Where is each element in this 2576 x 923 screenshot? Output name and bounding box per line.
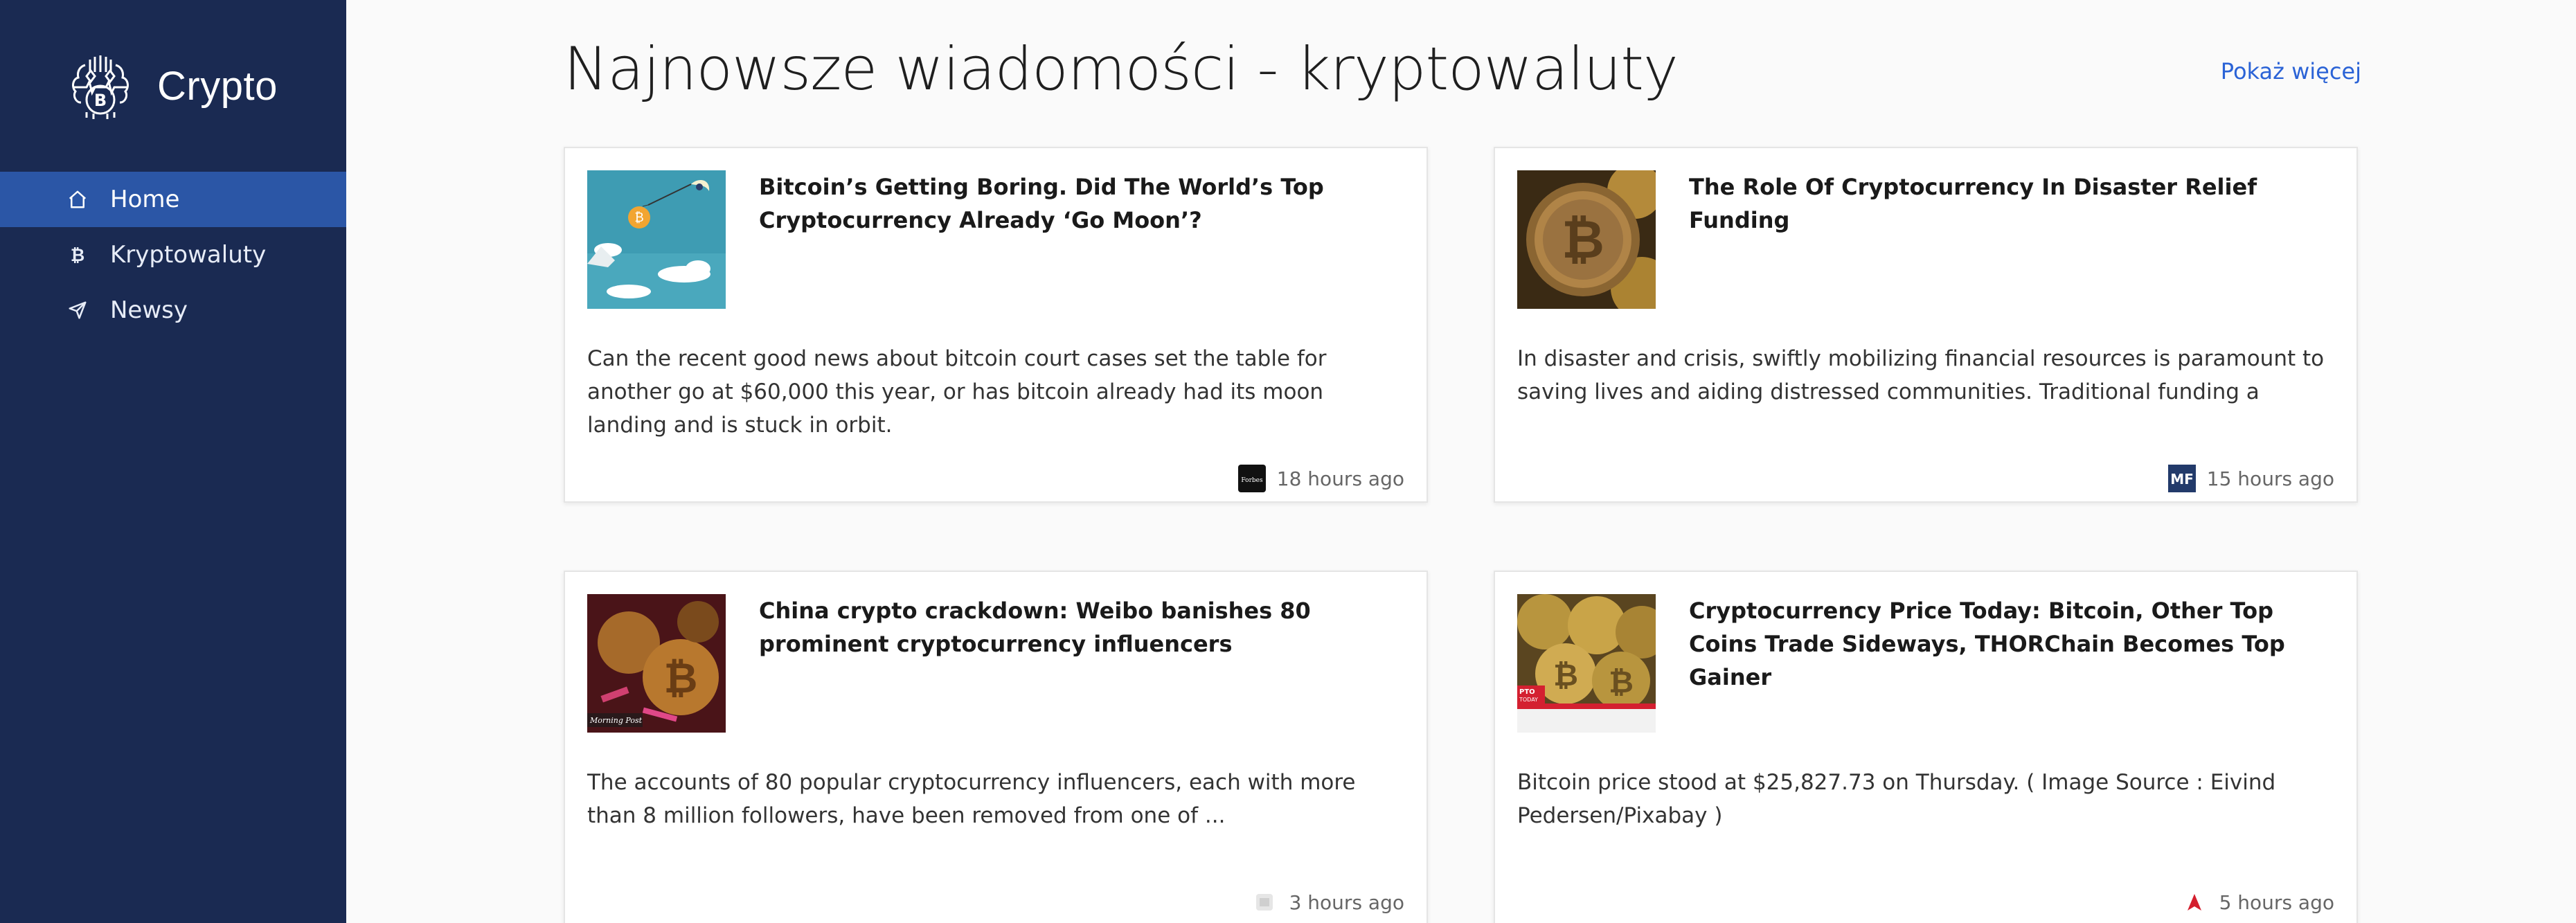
svg-text:Forbes: Forbes — [1241, 477, 1263, 484]
red-arrow-logo-icon — [2181, 888, 2208, 916]
brand-name: Crypto — [157, 63, 278, 109]
svg-text:MF: MF — [2170, 471, 2194, 487]
svg-text:B: B — [94, 91, 107, 110]
news-thumbnail[interactable]: ₿ Morning Post — [587, 594, 726, 733]
news-thumbnail[interactable]: ₿ — [1517, 170, 1656, 309]
news-thumbnail[interactable]: ₿ — [587, 170, 726, 309]
main-content: Najnowsze wiadomości - kryptowaluty Poka… — [346, 0, 2576, 923]
svg-text:PTO: PTO — [1519, 688, 1535, 696]
news-time: 5 hours ago — [2219, 890, 2334, 914]
svg-text:₿: ₿ — [634, 210, 643, 225]
sidebar-item-newsy[interactable]: Newsy — [0, 283, 346, 338]
news-time: 18 hours ago — [1276, 467, 1404, 490]
news-title[interactable]: China crypto crackdown: Weibo banishes 8… — [759, 594, 1402, 661]
news-meta: 5 hours ago — [2181, 886, 2334, 918]
svg-text:₿: ₿ — [1562, 208, 1604, 270]
svg-text:TODAY: TODAY — [1519, 697, 1538, 703]
svg-text:Morning Post: Morning Post — [589, 716, 643, 725]
svg-text:₿: ₿ — [71, 245, 84, 265]
news-description: The accounts of 80 popular cryptocurrenc… — [587, 770, 1356, 828]
news-title[interactable]: The Role Of Cryptocurrency In Disaster R… — [1689, 170, 2332, 237]
mf-logo-icon: MF — [2167, 465, 2196, 492]
news-card[interactable]: ₿ ₿ PTO TODAY Cryptocurrency Price Today… — [1494, 571, 2358, 923]
sidebar-item-home[interactable]: Home — [0, 172, 346, 227]
news-meta: 3 hours ago — [1251, 886, 1404, 918]
generic-source-icon — [1251, 888, 1278, 916]
news-thumbnail[interactable]: ₿ ₿ PTO TODAY — [1517, 594, 1656, 733]
news-meta: Forbes 18 hours ago — [1237, 463, 1404, 494]
news-description: Bitcoin price stood at $25,827.73 on Thu… — [1517, 770, 2276, 828]
home-icon — [66, 188, 89, 211]
news-title[interactable]: Cryptocurrency Price Today: Bitcoin, Oth… — [1689, 594, 2332, 694]
page-title: Najnowsze wiadomości - kryptowaluty — [564, 35, 1679, 104]
news-card[interactable]: ₿ The Role Of Cryptocurrency In Disaster… — [1494, 147, 2358, 503]
news-meta: MF 15 hours ago — [2167, 463, 2334, 494]
news-card[interactable]: ₿ Morning Post China crypto crackdown: W… — [564, 571, 1428, 923]
news-title[interactable]: Bitcoin’s Getting Boring. Did The World’… — [759, 170, 1402, 237]
svg-text:₿: ₿ — [1609, 665, 1634, 700]
svg-text:₿: ₿ — [664, 654, 698, 703]
sidebar: B Crypto Home ₿ Kryptowaluty Newsy — [0, 0, 346, 923]
news-card[interactable]: ₿ Bitcoin’s Getting Boring. Did The Worl… — [564, 147, 1428, 503]
send-icon — [66, 298, 89, 322]
app-root: B Crypto Home ₿ Kryptowaluty Newsy Najno… — [0, 0, 2576, 923]
news-time: 3 hours ago — [1289, 890, 1404, 914]
sidebar-item-label: Kryptowaluty — [110, 241, 267, 269]
show-more-link[interactable]: Pokaż więcej — [2221, 58, 2361, 84]
news-description: In disaster and crisis, swiftly mobilizi… — [1517, 346, 2325, 404]
sidebar-item-label: Home — [110, 186, 180, 213]
sidebar-item-label: Newsy — [110, 296, 188, 324]
news-time: 15 hours ago — [2206, 467, 2334, 490]
brand[interactable]: B Crypto — [0, 0, 346, 172]
crypto-logo-icon: B — [72, 55, 129, 119]
news-description: Can the recent good news about bitcoin c… — [587, 346, 1327, 438]
sidebar-item-kryptowaluty[interactable]: ₿ Kryptowaluty — [0, 227, 346, 283]
bitcoin-icon: ₿ — [66, 243, 89, 267]
sidebar-nav: Home ₿ Kryptowaluty Newsy — [0, 172, 346, 338]
svg-text:₿: ₿ — [1553, 658, 1578, 693]
forbes-logo-icon: Forbes — [1237, 465, 1266, 492]
